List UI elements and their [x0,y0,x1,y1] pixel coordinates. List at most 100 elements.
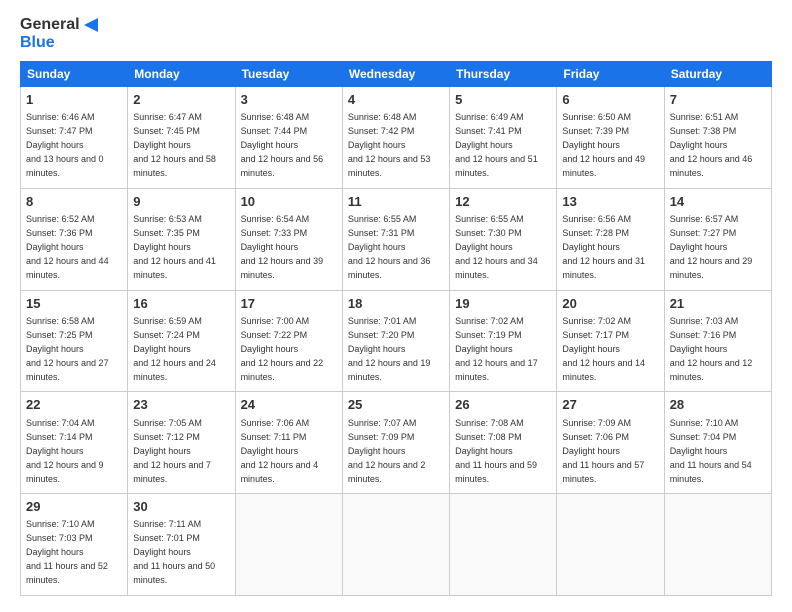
calendar-cell: 18 Sunrise: 7:01 AMSunset: 7:20 PMDaylig… [342,290,449,392]
day-number: 26 [455,396,551,414]
calendar-cell: 1 Sunrise: 6:46 AMSunset: 7:47 PMDayligh… [21,87,128,189]
day-info: Sunrise: 6:58 AMSunset: 7:25 PMDaylight … [26,316,109,382]
day-info: Sunrise: 6:59 AMSunset: 7:24 PMDaylight … [133,316,216,382]
day-number: 20 [562,295,658,313]
day-info: Sunrise: 7:11 AMSunset: 7:01 PMDaylight … [133,519,215,585]
day-number: 3 [241,91,337,109]
day-info: Sunrise: 6:55 AMSunset: 7:31 PMDaylight … [348,214,431,280]
calendar-cell: 20 Sunrise: 7:02 AMSunset: 7:17 PMDaylig… [557,290,664,392]
day-info: Sunrise: 7:04 AMSunset: 7:14 PMDaylight … [26,418,104,484]
day-number: 1 [26,91,122,109]
day-info: Sunrise: 6:48 AMSunset: 7:44 PMDaylight … [241,112,324,178]
calendar-cell: 30 Sunrise: 7:11 AMSunset: 7:01 PMDaylig… [128,494,235,596]
day-number: 27 [562,396,658,414]
calendar-cell: 27 Sunrise: 7:09 AMSunset: 7:06 PMDaylig… [557,392,664,494]
calendar-cell: 22 Sunrise: 7:04 AMSunset: 7:14 PMDaylig… [21,392,128,494]
calendar-cell: 17 Sunrise: 7:00 AMSunset: 7:22 PMDaylig… [235,290,342,392]
day-info: Sunrise: 6:54 AMSunset: 7:33 PMDaylight … [241,214,324,280]
calendar-cell: 8 Sunrise: 6:52 AMSunset: 7:36 PMDayligh… [21,188,128,290]
col-thursday: Thursday [450,62,557,87]
calendar-cell [450,494,557,596]
col-saturday: Saturday [664,62,771,87]
day-info: Sunrise: 7:06 AMSunset: 7:11 PMDaylight … [241,418,319,484]
day-number: 4 [348,91,444,109]
day-info: Sunrise: 7:05 AMSunset: 7:12 PMDaylight … [133,418,211,484]
col-friday: Friday [557,62,664,87]
calendar-cell: 29 Sunrise: 7:10 AMSunset: 7:03 PMDaylig… [21,494,128,596]
calendar-cell: 15 Sunrise: 6:58 AMSunset: 7:25 PMDaylig… [21,290,128,392]
calendar-cell: 3 Sunrise: 6:48 AMSunset: 7:44 PMDayligh… [235,87,342,189]
col-tuesday: Tuesday [235,62,342,87]
day-number: 25 [348,396,444,414]
day-info: Sunrise: 7:01 AMSunset: 7:20 PMDaylight … [348,316,431,382]
day-number: 7 [670,91,766,109]
week-row-3: 15 Sunrise: 6:58 AMSunset: 7:25 PMDaylig… [21,290,772,392]
day-info: Sunrise: 6:51 AMSunset: 7:38 PMDaylight … [670,112,753,178]
week-row-2: 8 Sunrise: 6:52 AMSunset: 7:36 PMDayligh… [21,188,772,290]
calendar-table: Sunday Monday Tuesday Wednesday Thursday… [20,61,772,596]
day-info: Sunrise: 6:57 AMSunset: 7:27 PMDaylight … [670,214,753,280]
calendar-cell: 14 Sunrise: 6:57 AMSunset: 7:27 PMDaylig… [664,188,771,290]
day-info: Sunrise: 7:08 AMSunset: 7:08 PMDaylight … [455,418,537,484]
week-row-1: 1 Sunrise: 6:46 AMSunset: 7:47 PMDayligh… [21,87,772,189]
day-number: 11 [348,193,444,211]
calendar-cell: 7 Sunrise: 6:51 AMSunset: 7:38 PMDayligh… [664,87,771,189]
day-info: Sunrise: 7:10 AMSunset: 7:04 PMDaylight … [670,418,752,484]
calendar-cell [235,494,342,596]
day-info: Sunrise: 7:00 AMSunset: 7:22 PMDaylight … [241,316,324,382]
day-number: 9 [133,193,229,211]
page-header: General Blue [20,16,772,51]
calendar-cell: 4 Sunrise: 6:48 AMSunset: 7:42 PMDayligh… [342,87,449,189]
day-number: 2 [133,91,229,109]
col-monday: Monday [128,62,235,87]
day-info: Sunrise: 7:10 AMSunset: 7:03 PMDaylight … [26,519,108,585]
day-number: 5 [455,91,551,109]
calendar-cell: 16 Sunrise: 6:59 AMSunset: 7:24 PMDaylig… [128,290,235,392]
calendar-header-row: Sunday Monday Tuesday Wednesday Thursday… [21,62,772,87]
day-number: 12 [455,193,551,211]
day-number: 6 [562,91,658,109]
day-info: Sunrise: 6:47 AMSunset: 7:45 PMDaylight … [133,112,216,178]
calendar-cell: 26 Sunrise: 7:08 AMSunset: 7:08 PMDaylig… [450,392,557,494]
day-info: Sunrise: 6:55 AMSunset: 7:30 PMDaylight … [455,214,538,280]
logo: General Blue [20,16,102,51]
calendar-cell: 24 Sunrise: 7:06 AMSunset: 7:11 PMDaylig… [235,392,342,494]
day-number: 17 [241,295,337,313]
day-number: 23 [133,396,229,414]
day-info: Sunrise: 7:09 AMSunset: 7:06 PMDaylight … [562,418,644,484]
day-number: 28 [670,396,766,414]
day-info: Sunrise: 7:02 AMSunset: 7:19 PMDaylight … [455,316,538,382]
day-info: Sunrise: 6:56 AMSunset: 7:28 PMDaylight … [562,214,645,280]
calendar-cell: 19 Sunrise: 7:02 AMSunset: 7:19 PMDaylig… [450,290,557,392]
week-row-4: 22 Sunrise: 7:04 AMSunset: 7:14 PMDaylig… [21,392,772,494]
calendar-cell [664,494,771,596]
day-number: 30 [133,498,229,516]
calendar-cell [557,494,664,596]
day-number: 8 [26,193,122,211]
day-info: Sunrise: 7:03 AMSunset: 7:16 PMDaylight … [670,316,753,382]
day-info: Sunrise: 7:07 AMSunset: 7:09 PMDaylight … [348,418,426,484]
calendar-cell: 12 Sunrise: 6:55 AMSunset: 7:30 PMDaylig… [450,188,557,290]
day-number: 24 [241,396,337,414]
day-info: Sunrise: 6:50 AMSunset: 7:39 PMDaylight … [562,112,645,178]
calendar-cell: 28 Sunrise: 7:10 AMSunset: 7:04 PMDaylig… [664,392,771,494]
day-info: Sunrise: 6:46 AMSunset: 7:47 PMDaylight … [26,112,104,178]
day-number: 15 [26,295,122,313]
calendar-cell: 10 Sunrise: 6:54 AMSunset: 7:33 PMDaylig… [235,188,342,290]
calendar-cell: 13 Sunrise: 6:56 AMSunset: 7:28 PMDaylig… [557,188,664,290]
calendar-cell: 23 Sunrise: 7:05 AMSunset: 7:12 PMDaylig… [128,392,235,494]
day-number: 22 [26,396,122,414]
week-row-5: 29 Sunrise: 7:10 AMSunset: 7:03 PMDaylig… [21,494,772,596]
calendar-cell: 2 Sunrise: 6:47 AMSunset: 7:45 PMDayligh… [128,87,235,189]
day-info: Sunrise: 6:49 AMSunset: 7:41 PMDaylight … [455,112,538,178]
day-number: 14 [670,193,766,211]
calendar-cell: 6 Sunrise: 6:50 AMSunset: 7:39 PMDayligh… [557,87,664,189]
day-number: 13 [562,193,658,211]
day-number: 10 [241,193,337,211]
day-info: Sunrise: 7:02 AMSunset: 7:17 PMDaylight … [562,316,645,382]
day-info: Sunrise: 6:53 AMSunset: 7:35 PMDaylight … [133,214,216,280]
calendar-cell: 9 Sunrise: 6:53 AMSunset: 7:35 PMDayligh… [128,188,235,290]
day-number: 16 [133,295,229,313]
calendar-cell: 25 Sunrise: 7:07 AMSunset: 7:09 PMDaylig… [342,392,449,494]
day-number: 29 [26,498,122,516]
